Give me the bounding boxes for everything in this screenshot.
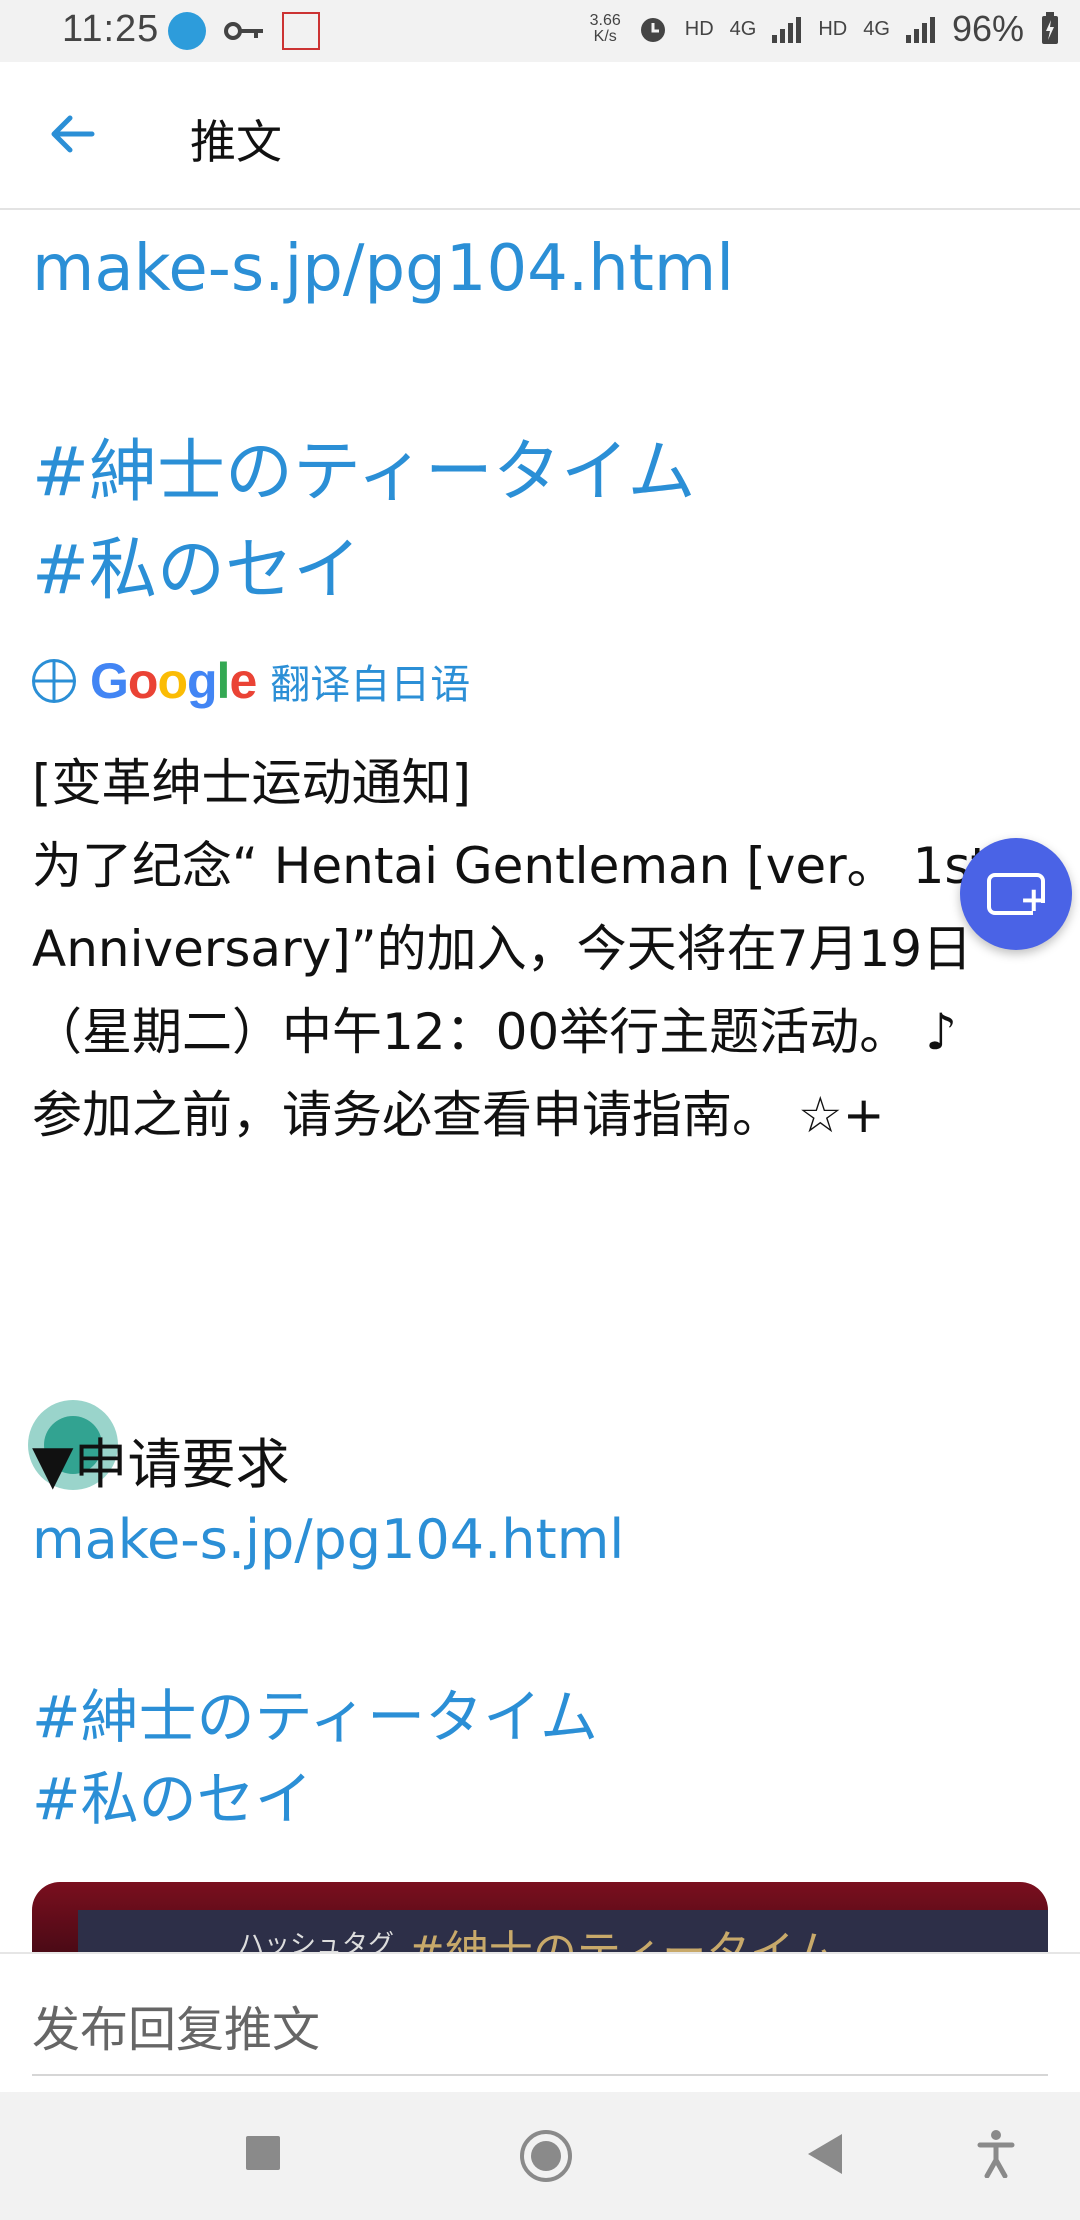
system-nav-bar bbox=[0, 2092, 1080, 2220]
hashtag-link[interactable]: #私のセイ bbox=[32, 1752, 313, 1836]
battery-percent: 96% bbox=[951, 8, 1024, 49]
translated-from-label: 翻译自日语 bbox=[270, 662, 471, 708]
google-letter: G bbox=[90, 653, 129, 709]
app-bar: 推文 bbox=[0, 62, 1080, 210]
recents-button[interactable] bbox=[246, 2136, 280, 2170]
globe-icon bbox=[32, 659, 76, 703]
tweet-link[interactable]: make-s.jp/pg104.html bbox=[32, 232, 734, 306]
hd-indicator-1: HD bbox=[684, 17, 714, 40]
accessibility-icon[interactable] bbox=[976, 2128, 1016, 2178]
hd-indicator-2: HD bbox=[818, 17, 848, 40]
app-notification-icon bbox=[168, 12, 206, 50]
signal-icon-2 bbox=[905, 17, 935, 43]
google-logo: Google bbox=[90, 652, 257, 710]
hashtag-link[interactable]: #私のセイ bbox=[32, 514, 361, 613]
hashtag-link[interactable]: #紳士のティータイム bbox=[32, 416, 696, 515]
back-arrow-icon[interactable] bbox=[46, 108, 98, 160]
plus-icon: + bbox=[1019, 880, 1049, 920]
translation-attribution: 由 Google 翻译自日语 bbox=[32, 652, 470, 710]
page-title: 推文 bbox=[190, 115, 282, 169]
network-speed-value: 3.66 bbox=[589, 12, 621, 29]
google-letter: g bbox=[187, 653, 218, 709]
status-indicators: 3.66 K/s HD 4G HD 4G 96% bbox=[590, 8, 1060, 50]
network-speed: 3.66 K/s bbox=[590, 13, 621, 45]
network-type-2: 4G bbox=[863, 17, 890, 40]
translated-tweet-text: [变革绅士运动通知] 为了纪念“ Hentai Gentleman [ver。 … bbox=[32, 754, 991, 1144]
media-hashtag: #紳士のティータイム bbox=[408, 1916, 837, 1952]
tweet-media-image[interactable]: ハッシュタグ #紳士のティータイム bbox=[32, 1882, 1048, 1952]
reply-input[interactable]: 发布回复推文 bbox=[32, 1990, 1048, 2076]
media-label: ハッシュタグ bbox=[238, 1930, 395, 1952]
google-letter: o bbox=[127, 653, 159, 709]
status-notification-icons bbox=[168, 12, 320, 50]
tweet-link[interactable]: make-s.jp/pg104.html bbox=[32, 1508, 624, 1571]
reply-bar: 发布回复推文 bbox=[0, 1952, 1080, 2094]
home-button[interactable] bbox=[520, 2130, 572, 2182]
google-letter: e bbox=[229, 653, 257, 709]
back-button[interactable] bbox=[808, 2134, 842, 2174]
google-letter: l bbox=[216, 653, 231, 709]
media-banner: ハッシュタグ #紳士のティータイム bbox=[78, 1910, 1048, 1952]
alarm-icon bbox=[640, 18, 665, 42]
hashtag-link[interactable]: #紳士のティータイム bbox=[32, 1670, 598, 1754]
network-type-1: 4G bbox=[729, 17, 757, 40]
status-time: 11:25 bbox=[62, 8, 160, 50]
status-bar: 11:25 3.66 K/s HD 4G HD 4G 96% bbox=[0, 0, 1080, 62]
requirements-label: ▼申请要求 bbox=[32, 1433, 290, 1496]
signal-icon-1 bbox=[772, 17, 802, 43]
battery-charging-icon bbox=[1042, 12, 1058, 44]
key-icon bbox=[224, 22, 263, 40]
compose-reply-fab[interactable]: + bbox=[960, 838, 1072, 950]
google-letter: o bbox=[157, 653, 188, 709]
screenshot-icon bbox=[282, 12, 320, 50]
network-speed-unit: K/s bbox=[593, 28, 617, 45]
